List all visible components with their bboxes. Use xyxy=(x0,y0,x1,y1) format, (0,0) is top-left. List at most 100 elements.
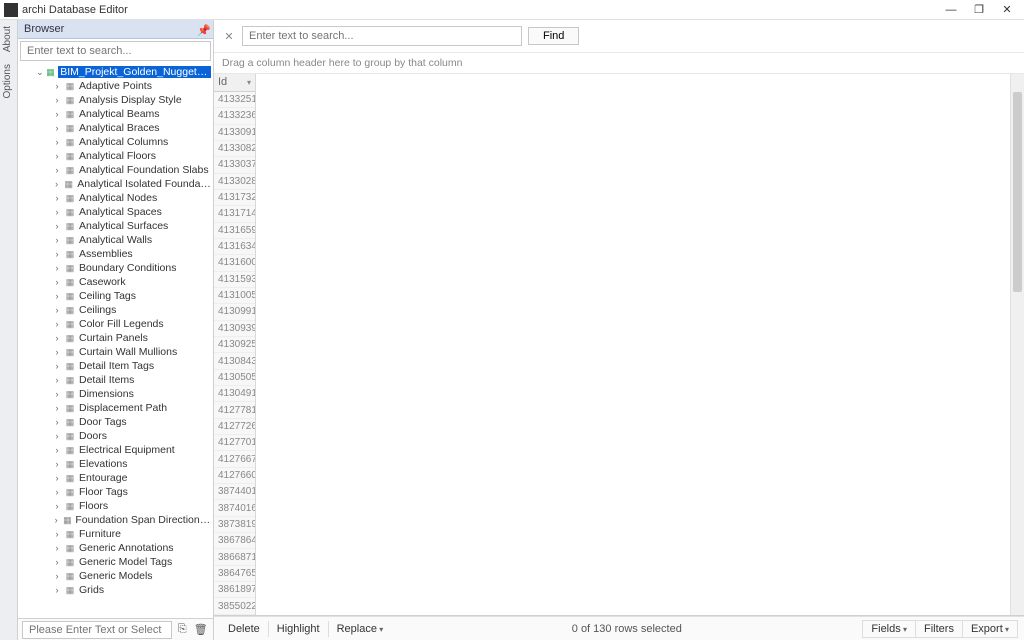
id-cell[interactable]: 4131600 xyxy=(214,255,255,271)
maximize-button[interactable]: ❐ xyxy=(966,2,992,18)
tree-item[interactable]: ›Analytical Beams xyxy=(18,107,213,121)
tree-item[interactable]: ›Curtain Panels xyxy=(18,331,213,345)
expand-icon[interactable]: › xyxy=(52,207,62,217)
pin-icon[interactable]: 📌 xyxy=(197,24,207,34)
group-by-hint[interactable]: Drag a column header here to group by th… xyxy=(214,53,1024,74)
expand-icon[interactable]: › xyxy=(52,375,62,385)
tree-root[interactable]: ⌄ BIM_Projekt_Golden_Nugget-Architekt... xyxy=(18,65,213,79)
tree-item[interactable]: ›Detail Items xyxy=(18,373,213,387)
tree-item[interactable]: ›Analytical Foundation Slabs xyxy=(18,163,213,177)
expand-icon[interactable]: › xyxy=(52,333,62,343)
id-cell[interactable]: 4131659 xyxy=(214,223,255,239)
tree-item[interactable]: ›Electrical Equipment xyxy=(18,443,213,457)
expand-icon[interactable]: › xyxy=(52,263,62,273)
delete-icon[interactable]: 🗑 xyxy=(193,621,210,639)
id-cell[interactable]: 4131732 xyxy=(214,190,255,206)
replace-button[interactable]: Replace xyxy=(329,621,392,637)
minimize-button[interactable]: — xyxy=(938,2,964,18)
id-cell[interactable]: 3861897 xyxy=(214,582,255,598)
id-cell[interactable]: 4130991 xyxy=(214,304,255,320)
expand-icon[interactable]: › xyxy=(52,473,62,483)
expand-icon[interactable]: › xyxy=(52,179,61,189)
tree-item[interactable]: ›Assemblies xyxy=(18,247,213,261)
id-cell[interactable]: 4130491 xyxy=(214,386,255,402)
id-cell[interactable]: 4127701 xyxy=(214,435,255,451)
tree-item[interactable]: ›Analytical Surfaces xyxy=(18,219,213,233)
tree-item[interactable]: ›Analysis Display Style xyxy=(18,93,213,107)
browser-search-input[interactable] xyxy=(20,41,211,61)
expand-icon[interactable]: › xyxy=(52,459,62,469)
id-cell[interactable]: 3874016 xyxy=(214,500,255,516)
id-cell[interactable]: 4127660 xyxy=(214,468,255,484)
tree-item[interactable]: ›Analytical Walls xyxy=(18,233,213,247)
id-cell[interactable]: 4131634 xyxy=(214,239,255,255)
filters-button[interactable]: Filters xyxy=(916,620,963,638)
clear-search-icon[interactable]: ✕ xyxy=(222,30,236,43)
fields-button[interactable]: Fields xyxy=(862,620,916,638)
expand-icon[interactable]: › xyxy=(52,123,62,133)
tree-item[interactable]: ›Curtain Wall Mullions xyxy=(18,345,213,359)
tree-item[interactable]: ›Elevations xyxy=(18,457,213,471)
id-cell[interactable]: 4127781 xyxy=(214,402,255,418)
id-cell[interactable]: 4127726 xyxy=(214,419,255,435)
id-cell[interactable]: 4131005 xyxy=(214,288,255,304)
expand-icon[interactable]: › xyxy=(52,515,60,525)
side-tab-options[interactable]: Options xyxy=(0,58,17,104)
expand-icon[interactable]: › xyxy=(52,487,62,497)
id-cell[interactable]: 4133091 xyxy=(214,125,255,141)
id-column-header[interactable]: Id ▾ xyxy=(214,74,255,92)
tree-item[interactable]: ›Dimensions xyxy=(18,387,213,401)
id-cell[interactable]: 3873819 xyxy=(214,517,255,533)
expand-icon[interactable]: › xyxy=(52,305,62,315)
grid-scrollbar[interactable] xyxy=(1010,74,1024,615)
tree-item[interactable]: ›Analytical Floors xyxy=(18,149,213,163)
scroll-thumb[interactable] xyxy=(1013,92,1022,292)
grid-body[interactable] xyxy=(256,74,1010,615)
tree-item[interactable]: ›Door Tags xyxy=(18,415,213,429)
grid-search-input[interactable] xyxy=(242,26,522,46)
tree-item[interactable]: ›Detail Item Tags xyxy=(18,359,213,373)
export-button[interactable]: Export xyxy=(963,620,1018,638)
expand-icon[interactable]: › xyxy=(52,445,62,455)
expand-icon[interactable]: › xyxy=(52,501,62,511)
expand-icon[interactable]: › xyxy=(52,95,62,105)
expand-icon[interactable]: › xyxy=(52,151,62,161)
tree-item[interactable]: ›Furniture xyxy=(18,527,213,541)
copy-icon[interactable]: ⎘ xyxy=(174,621,191,639)
id-cell[interactable]: 4131593 xyxy=(214,272,255,288)
id-cell[interactable]: 4127667 xyxy=(214,451,255,467)
tree-item[interactable]: ›Adaptive Points xyxy=(18,79,213,93)
highlight-button[interactable]: Highlight xyxy=(269,621,329,637)
expand-icon[interactable]: › xyxy=(52,347,62,357)
expand-icon[interactable]: › xyxy=(52,431,62,441)
expand-icon[interactable]: › xyxy=(52,277,62,287)
expand-icon[interactable]: › xyxy=(52,529,62,539)
expand-icon[interactable]: › xyxy=(52,249,62,259)
expand-icon[interactable]: › xyxy=(52,319,62,329)
tree-item[interactable]: ›Analytical Isolated Foundations xyxy=(18,177,213,191)
id-cell[interactable]: 4130505 xyxy=(214,370,255,386)
tree-item[interactable]: ›Grids xyxy=(18,583,213,597)
close-button[interactable]: ✕ xyxy=(994,2,1020,18)
tree-item[interactable]: ›Ceiling Tags xyxy=(18,289,213,303)
id-cell[interactable]: 4133037 xyxy=(214,157,255,173)
delete-button[interactable]: Delete xyxy=(220,621,269,637)
tree-item[interactable]: ›Ceilings xyxy=(18,303,213,317)
id-cell[interactable]: 4133236 xyxy=(214,108,255,124)
id-cell[interactable]: 4133251 xyxy=(214,92,255,108)
id-cell[interactable]: 3855022 xyxy=(214,598,255,614)
tree-item[interactable]: ›Generic Annotations xyxy=(18,541,213,555)
expand-icon[interactable]: › xyxy=(52,417,62,427)
tree-view[interactable]: ⌄ BIM_Projekt_Golden_Nugget-Architekt...… xyxy=(18,63,213,618)
tree-item[interactable]: ›Floors xyxy=(18,499,213,513)
tree-item[interactable]: ›Doors xyxy=(18,429,213,443)
id-cell[interactable]: 4130843 xyxy=(214,353,255,369)
find-button[interactable]: Find xyxy=(528,27,579,45)
bottom-select-input[interactable] xyxy=(22,621,172,639)
id-cell[interactable]: 3866871 xyxy=(214,549,255,565)
tree-item[interactable]: ›Generic Models xyxy=(18,569,213,583)
expand-icon[interactable]: › xyxy=(52,221,62,231)
expand-icon[interactable]: › xyxy=(52,543,62,553)
tree-item[interactable]: ›Entourage xyxy=(18,471,213,485)
tree-item[interactable]: ›Displacement Path xyxy=(18,401,213,415)
